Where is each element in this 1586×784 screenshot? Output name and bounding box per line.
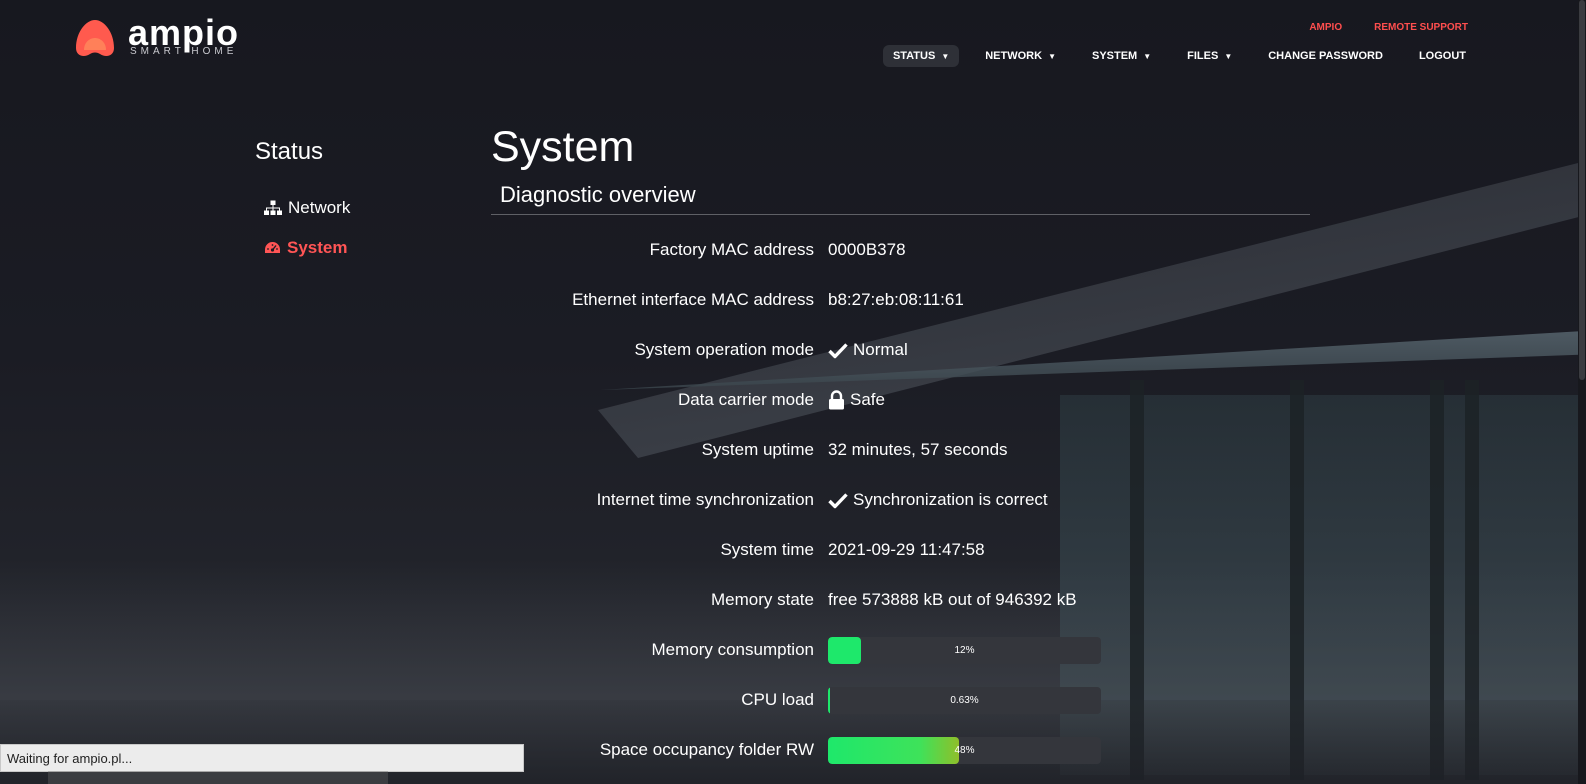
row-memory-consumption: Memory consumption 12% [491, 630, 1191, 670]
progress-percent: 48% [954, 744, 975, 756]
ampio-logo-icon [76, 20, 114, 56]
sitemap-icon [264, 200, 282, 215]
row-space-occupancy: Space occupancy folder RW 48% [491, 730, 1191, 770]
caret-down-icon: ▼ [1143, 51, 1152, 61]
caret-down-icon: ▼ [1224, 51, 1233, 61]
check-icon [828, 492, 848, 508]
main-nav: STATUS ▼ NETWORK ▼ SYSTEM ▼ FILES ▼ CHANGE P… [882, 45, 1476, 67]
top-links: AMPIO REMOTE SUPPORT [1309, 22, 1468, 33]
check-icon [828, 342, 848, 358]
nav-logout[interactable]: LOGOUT [1409, 45, 1476, 67]
sidebar-title: Status [255, 138, 324, 165]
ampio-logo[interactable]: ampio SMART HOME [72, 12, 262, 62]
nav-status[interactable]: STATUS ▼ [882, 45, 960, 67]
dashboard-icon [265, 242, 280, 253]
sidebar-item-system[interactable]: System [264, 238, 347, 258]
space-progress-bar: 48% [828, 736, 1101, 764]
ampio-link[interactable]: AMPIO [1309, 22, 1342, 33]
browser-status-bar: Waiting for ampio.pl... [0, 744, 524, 772]
section-title: Diagnostic overview [491, 182, 1310, 215]
sidebar-item-network[interactable]: Network [264, 198, 350, 218]
row-memory-state: Memory state free 573888 kB out of 94639… [711, 590, 1077, 609]
nav-change-password[interactable]: CHANGE PASSWORD [1258, 45, 1393, 67]
brand-tagline: SMART HOME [130, 46, 238, 57]
page-scrollbar[interactable] [1578, 0, 1586, 784]
row-cpu-load: CPU load 0.63% [491, 680, 1191, 720]
nav-system[interactable]: SYSTEM ▼ [1082, 45, 1161, 67]
scrollbar-thumb[interactable] [1579, 0, 1585, 380]
progress-percent: 0.63% [950, 694, 979, 706]
row-operation-mode: System operation mode Normal [634, 340, 908, 359]
caret-down-icon: ▼ [941, 51, 950, 61]
row-data-carrier: Data carrier mode Safe [677, 390, 885, 410]
row-time-sync: Internet time synchronization Synchroniz… [596, 490, 1048, 509]
cpu-progress-bar: 0.63% [828, 686, 1101, 714]
memory-progress-bar: 12% [828, 636, 1101, 664]
row-system-time: System time 2021-09-29 11:47:58 [720, 540, 985, 559]
taskbar-strip [48, 771, 388, 784]
page-title: System [491, 122, 635, 171]
row-factory-mac: Factory MAC address 0000B378 [649, 240, 906, 259]
lock-icon [829, 390, 844, 410]
caret-down-icon: ▼ [1048, 51, 1056, 61]
nav-files[interactable]: FILES ▼ [1177, 45, 1242, 67]
remote-support-link[interactable]: REMOTE SUPPORT [1374, 22, 1468, 33]
row-ethernet-mac: Ethernet interface MAC address b8:27:eb:… [572, 290, 964, 309]
nav-network[interactable]: NETWORK ▼ [975, 45, 1066, 67]
row-uptime: System uptime 32 minutes, 57 seconds [701, 440, 1008, 459]
progress-percent: 12% [954, 644, 975, 656]
